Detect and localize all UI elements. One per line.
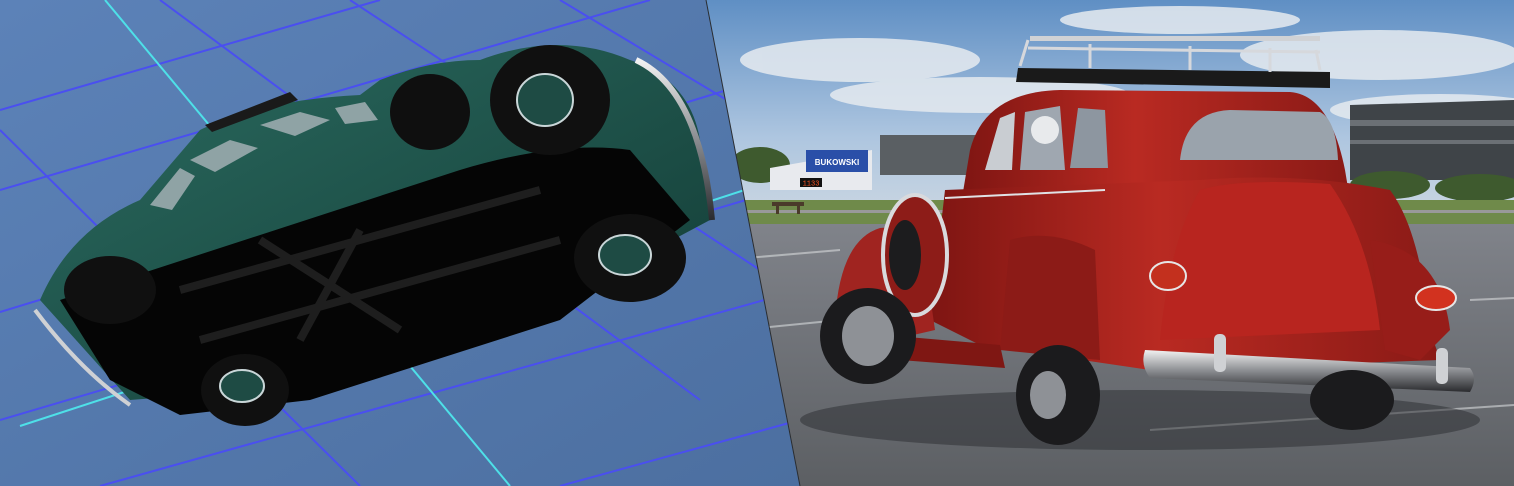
comparison-scene: BUKOWSKI 1133 — [0, 0, 1514, 486]
billboard-brand: BUKOWSKI — [815, 158, 859, 167]
editor-viewport-panel — [0, 0, 800, 486]
billboard-clock: 1133 — [803, 181, 820, 189]
game-render-panel: BUKOWSKI 1133 — [706, 0, 1514, 486]
